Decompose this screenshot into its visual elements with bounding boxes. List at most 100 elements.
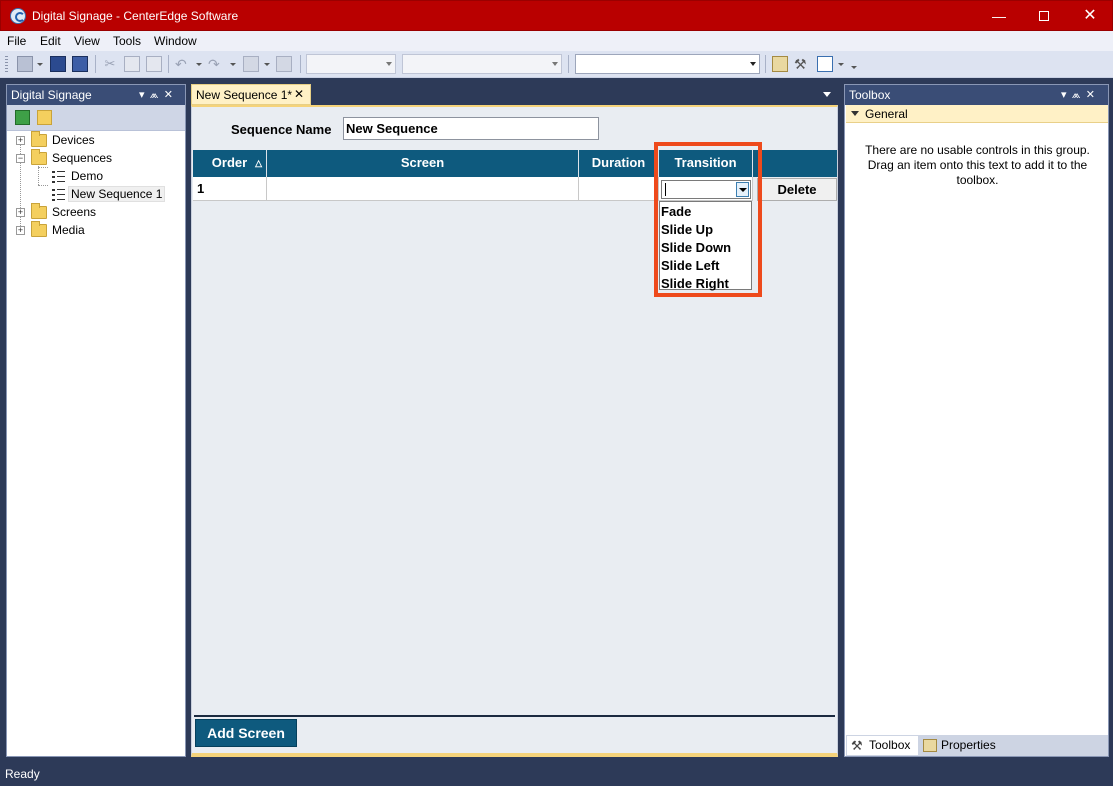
tab-new-sequence-1[interactable]: New Sequence 1* ✕ [191, 84, 311, 105]
empty-toolbox-message: There are no usable controls in this gro… [865, 143, 1090, 187]
group-label: General [865, 107, 908, 121]
tab-close-icon[interactable]: ✕ [294, 87, 304, 101]
toolbar-grip[interactable] [5, 56, 8, 72]
navigate-forward-icon[interactable] [276, 56, 292, 72]
new-item-dropdown-icon[interactable] [37, 63, 43, 66]
toolbar: ✂ ↶ ↷ ⚒ [0, 51, 1113, 78]
refresh-icon[interactable] [15, 110, 30, 125]
collapse-icon[interactable]: − [16, 154, 25, 163]
sort-ascending-icon: △ [255, 158, 262, 168]
tree-item-screens[interactable]: + Screens [7, 203, 183, 222]
toolbox-panel: Toolbox ▾ ⩕ ✕ General There are no usabl… [844, 84, 1109, 757]
column-header-screen[interactable]: Screen [267, 150, 579, 177]
tree-item-label: New Sequence 1 [68, 186, 166, 202]
folder-icon [31, 221, 47, 237]
close-button[interactable]: ✕ [1067, 1, 1113, 31]
expand-icon[interactable]: + [16, 136, 25, 145]
menu-window[interactable]: Window [154, 34, 197, 48]
tree-item-media[interactable]: + Media [7, 221, 183, 240]
column-header-duration[interactable]: Duration [579, 150, 659, 177]
window-layout-icon[interactable] [817, 56, 833, 72]
document-list-dropdown-icon[interactable] [823, 92, 831, 97]
toolbox-group-general[interactable]: General [846, 105, 1108, 123]
toolbar-overflow-icon[interactable] [851, 66, 857, 69]
expand-icon[interactable]: + [16, 208, 25, 217]
properties-window-icon[interactable] [772, 56, 788, 72]
maximize-button[interactable] [1021, 1, 1067, 31]
toolbar-separator [765, 55, 766, 73]
collapse-arrow-icon [851, 111, 859, 116]
app-logo-icon [10, 8, 26, 24]
redo-icon[interactable]: ↷ [208, 56, 224, 72]
properties-icon [923, 739, 937, 752]
toolbar-separator [568, 55, 569, 73]
expand-icon[interactable]: + [16, 226, 25, 235]
right-panel-title: Toolbox [849, 88, 891, 102]
toolbar-separator [300, 55, 301, 73]
tree-item-label: Sequences [52, 151, 113, 165]
toolbox-icon: ⚒ [851, 738, 863, 753]
highlight-annotation [654, 142, 762, 297]
sequence-icon [52, 189, 65, 201]
tree-item-new-sequence-1[interactable]: New Sequence 1 [7, 186, 183, 204]
cell-screen[interactable] [267, 177, 579, 201]
copy-icon[interactable] [124, 56, 140, 72]
solution-config-select[interactable] [306, 54, 396, 74]
menu-bar: File Edit View Tools Window [0, 31, 1113, 51]
left-panel-header: Digital Signage ▾ ⩕ ✕ [7, 85, 185, 105]
tree-item-devices[interactable]: + Devices [7, 131, 183, 150]
left-panel-title: Digital Signage [11, 88, 92, 102]
undo-dropdown-icon[interactable] [196, 63, 202, 66]
tab-label: Toolbox [869, 738, 911, 752]
tree-item-demo[interactable]: Demo [7, 168, 183, 186]
left-panel-toolbar [7, 105, 185, 131]
sequence-name-input[interactable]: New Sequence [343, 117, 599, 140]
cut-icon[interactable]: ✂ [102, 56, 118, 72]
minimize-button[interactable]: — [976, 1, 1022, 31]
divider [194, 715, 835, 717]
tree-item-label: Demo [71, 169, 104, 183]
new-folder-icon[interactable] [37, 110, 52, 125]
right-panel-controls[interactable]: ▾ ⩕ ✕ [1061, 88, 1095, 102]
paste-icon[interactable] [146, 56, 162, 72]
delete-button[interactable]: Delete [757, 178, 837, 201]
new-item-icon[interactable] [17, 56, 33, 72]
folder-open-icon [31, 149, 47, 165]
tab-properties[interactable]: Properties [919, 736, 1009, 755]
sequence-icon [52, 171, 65, 183]
solution-platform-select[interactable] [402, 54, 562, 74]
left-panel-controls[interactable]: ▾ ⩕ ✕ [139, 88, 173, 102]
navigate-back-icon[interactable] [243, 56, 259, 72]
save-all-icon[interactable] [72, 56, 88, 72]
tree-item-sequences[interactable]: − Sequences [7, 149, 183, 168]
undo-icon[interactable]: ↶ [175, 56, 191, 72]
add-screen-button[interactable]: Add Screen [195, 719, 297, 747]
right-panel-header: Toolbox ▾ ⩕ ✕ [845, 85, 1108, 105]
tree-item-label: Devices [52, 133, 95, 147]
cell-duration[interactable] [579, 177, 659, 201]
title-bar: Digital Signage - CenterEdge Software — … [0, 0, 1113, 31]
maximize-icon [1039, 11, 1049, 21]
right-panel-tabs: ⚒ Toolbox Properties [846, 735, 1108, 756]
tab-toolbox[interactable]: ⚒ Toolbox [847, 736, 918, 755]
tree-item-label: Media [52, 223, 85, 237]
menu-tools[interactable]: Tools [113, 34, 141, 48]
digital-signage-panel: Digital Signage ▾ ⩕ ✕ + Devices − Sequen… [6, 84, 186, 757]
toolbox-icon[interactable]: ⚒ [794, 56, 810, 72]
menu-view[interactable]: View [74, 34, 100, 48]
status-bar: Ready [0, 762, 1113, 786]
sequence-editor: Sequence Name New Sequence Order △ Scree… [191, 105, 838, 757]
tab-label: New Sequence 1* [196, 88, 293, 102]
redo-dropdown-icon[interactable] [230, 63, 236, 66]
window-layout-dropdown-icon[interactable] [838, 63, 844, 66]
folder-icon [31, 131, 47, 147]
column-header-order[interactable]: Order △ [193, 150, 267, 177]
menu-file[interactable]: File [7, 34, 26, 48]
status-text: Ready [5, 767, 40, 781]
find-combo[interactable] [575, 54, 760, 74]
save-icon[interactable] [50, 56, 66, 72]
cell-order[interactable]: 1 [193, 177, 267, 201]
menu-edit[interactable]: Edit [40, 34, 61, 48]
tab-label: Properties [941, 738, 996, 752]
navigate-back-dropdown-icon[interactable] [264, 63, 270, 66]
